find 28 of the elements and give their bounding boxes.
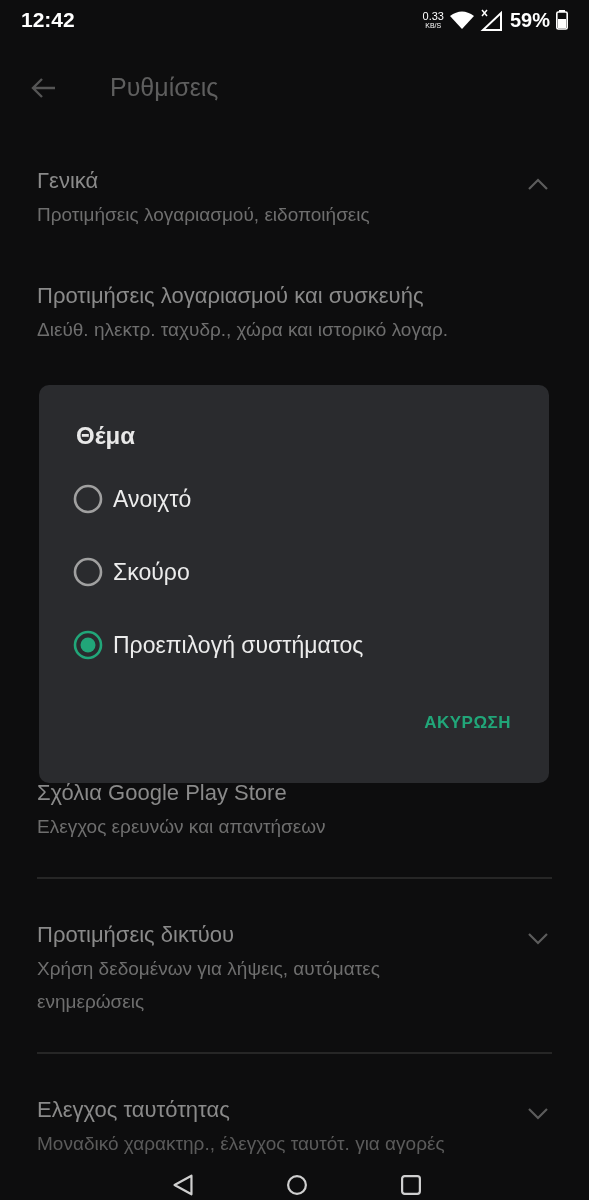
section-title[interactable]: Προτιμήσεις λογαριασμού και συσκευής: [37, 279, 549, 313]
back-nav-icon[interactable]: [171, 1174, 194, 1196]
battery-percent: 59%: [509, 8, 550, 33]
cancel-button[interactable]: ΑΚΥΡΩΣΗ: [422, 706, 513, 740]
signal-icon: [479, 9, 502, 31]
radio-button[interactable]: [73, 630, 103, 660]
section-subtitle: Μοναδικό χαρακτηρ., έλεγχος ταυτότ. για αγορές: [37, 1132, 446, 1156]
back-arrow-icon[interactable]: [30, 76, 56, 99]
option-label[interactable]: Ανοιχτό: [113, 481, 192, 517]
section-subtitle: Προτιμήσεις λογαριασμού, ειδοποιήσεις: [37, 203, 371, 227]
recents-nav-icon[interactable]: [399, 1174, 422, 1196]
radio-button[interactable]: [73, 484, 103, 514]
section-subtitle: Ελεγχος ερευνών και απαντήσεων: [37, 815, 327, 839]
section-subtitle: Διεύθ. ηλεκτρ. ταχυδρ., χώρα και ιστορικό λογαρ.: [37, 318, 449, 342]
section-subtitle: Χρήση δεδομένων για λήψεις, αυτόματες ενημερώσεις: [37, 957, 381, 1014]
option-label[interactable]: Σκούρο: [113, 554, 190, 590]
battery-icon: [556, 10, 568, 30]
page-title: Ρυθμίσεις: [110, 71, 219, 103]
dialog-title: Θέμα: [75, 421, 136, 451]
wifi-icon: [449, 11, 474, 29]
section-title[interactable]: Προτιμήσεις δικτύου: [37, 918, 527, 952]
option-label[interactable]: Προεπιλογή συστήματος: [113, 627, 364, 663]
home-nav-icon[interactable]: [285, 1174, 308, 1196]
section-title[interactable]: Γενικά: [37, 164, 527, 198]
radio-button[interactable]: [73, 557, 103, 587]
status-time: 12:42: [21, 7, 75, 34]
network-speed: 0.33: [422, 11, 444, 22]
section-title[interactable]: Ελεγχος ταυτότητας: [37, 1093, 527, 1127]
